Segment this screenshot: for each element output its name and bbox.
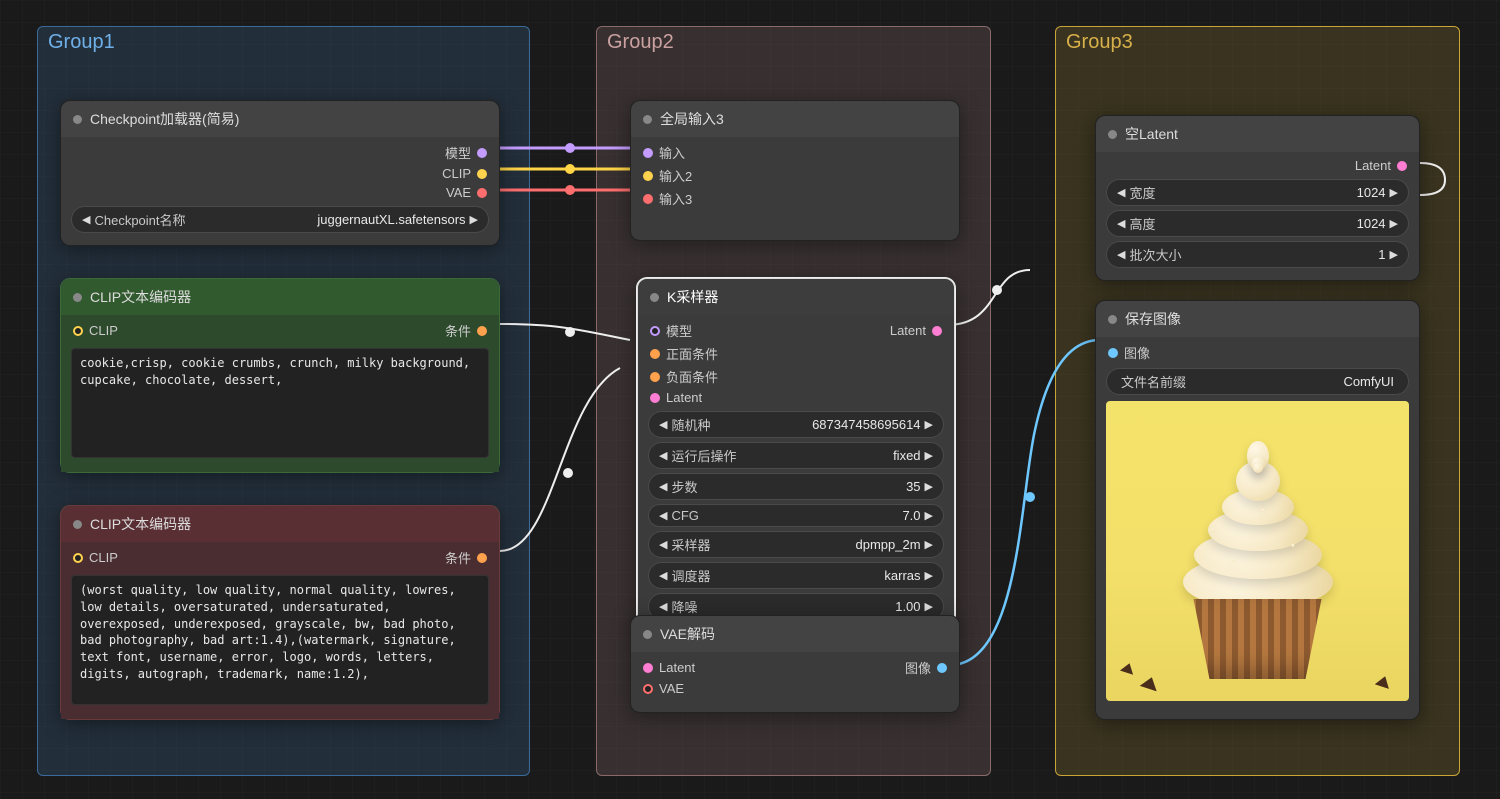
node-title: 保存图像: [1125, 309, 1181, 329]
port-pos-in[interactable]: [650, 349, 660, 359]
node-dot-icon: [650, 293, 659, 302]
chevron-left-icon[interactable]: ◀: [1117, 186, 1125, 199]
param-ks-1[interactable]: ◀ 运行后操作 fixed ▶: [648, 442, 944, 469]
param-checkpoint-name[interactable]: ◀ Checkpoint名称 juggernautXL.safetensors …: [71, 206, 489, 233]
chevron-left-icon[interactable]: ◀: [659, 418, 667, 431]
chevron-left-icon[interactable]: ◀: [659, 538, 667, 551]
image-preview: [1106, 401, 1409, 701]
chevron-left-icon[interactable]: ◀: [659, 480, 667, 493]
port-latent-out[interactable]: [1397, 161, 1407, 171]
chevron-left-icon[interactable]: ◀: [659, 569, 667, 582]
chevron-left-icon[interactable]: ◀: [659, 509, 667, 522]
node-dot-icon: [73, 115, 82, 124]
group-2-title: Group2: [597, 27, 990, 58]
port-image-in[interactable]: [1108, 348, 1118, 358]
port-model-in[interactable]: [650, 326, 660, 336]
port-latent-in[interactable]: [650, 393, 660, 403]
chevron-right-icon[interactable]: ▶: [925, 480, 933, 493]
node-vae-decode[interactable]: VAE解码 Latent 图像 VAE: [630, 615, 960, 713]
param-ks-2[interactable]: ◀ 步数 35 ▶: [648, 473, 944, 500]
chevron-right-icon[interactable]: ▶: [925, 509, 933, 522]
port-in2[interactable]: [643, 171, 653, 181]
param-ks-3[interactable]: ◀ CFG 7.0 ▶: [648, 504, 944, 527]
chevron-left-icon[interactable]: ◀: [1117, 217, 1125, 230]
port-clip-in[interactable]: [73, 326, 83, 336]
node-ksampler[interactable]: K采样器 模型 Latent 正面条件 负面条件 Latent ◀ 随机种 68…: [637, 278, 955, 633]
port-model-out[interactable]: [477, 148, 487, 158]
node-dot-icon: [73, 293, 82, 302]
param-el-0[interactable]: ◀ 宽度 1024 ▶: [1106, 179, 1409, 206]
input-clip-label: CLIP: [89, 323, 118, 338]
param-ks-5[interactable]: ◀ 调度器 karras ▶: [648, 562, 944, 589]
port-latent-in[interactable]: [643, 663, 653, 673]
node-dot-icon: [73, 520, 82, 529]
node-checkpoint-loader[interactable]: Checkpoint加载器(简易) 模型 CLIP VAE ◀ Checkpoi…: [60, 100, 500, 246]
node-save-image[interactable]: 保存图像 图像 文件名前缀 ComfyUI: [1095, 300, 1420, 720]
node-clip-positive[interactable]: CLIP文本编码器 CLIP 条件 cookie,crisp, cookie c…: [60, 278, 500, 473]
group-3-title: Group3: [1056, 27, 1459, 58]
node-empty-latent[interactable]: 空Latent Latent ◀ 宽度 1024 ▶ ◀ 高度 1024 ▶ ◀…: [1095, 115, 1420, 281]
prompt-textarea[interactable]: cookie,crisp, cookie crumbs, crunch, mil…: [71, 348, 489, 458]
chevron-right-icon[interactable]: ▶: [925, 538, 933, 551]
node-title: 全局输入3: [660, 109, 724, 129]
port-cond-out[interactable]: [477, 326, 487, 336]
port-cond-out[interactable]: [477, 553, 487, 563]
port-neg-in[interactable]: [650, 372, 660, 382]
node-reroute[interactable]: 全局输入3 输入 输入2 输入3: [630, 100, 960, 241]
chevron-left-icon[interactable]: ◀: [1117, 248, 1125, 261]
node-dot-icon: [643, 115, 652, 124]
output-vae-label: VAE: [446, 185, 471, 200]
param-ks-4[interactable]: ◀ 采样器 dpmpp_2m ▶: [648, 531, 944, 558]
chevron-right-icon[interactable]: ▶: [925, 600, 933, 613]
port-in1[interactable]: [643, 148, 653, 158]
node-title: K采样器: [667, 287, 718, 307]
chevron-right-icon[interactable]: ▶: [470, 213, 478, 226]
node-title: VAE解码: [660, 624, 715, 644]
chevron-right-icon[interactable]: ▶: [1390, 248, 1398, 261]
chevron-right-icon[interactable]: ▶: [1390, 217, 1398, 230]
node-title: 空Latent: [1125, 124, 1178, 144]
group-1-title: Group1: [38, 27, 529, 58]
param-ks-0[interactable]: ◀ 随机种 687347458695614 ▶: [648, 411, 944, 438]
input-clip-label: CLIP: [89, 550, 118, 565]
chevron-left-icon[interactable]: ◀: [659, 600, 667, 613]
node-dot-icon: [1108, 130, 1117, 139]
output-cond-label: 条件: [445, 548, 471, 567]
output-model-label: 模型: [445, 143, 471, 162]
param-el-1[interactable]: ◀ 高度 1024 ▶: [1106, 210, 1409, 237]
node-dot-icon: [1108, 315, 1117, 324]
node-title: CLIP文本编码器: [90, 514, 191, 534]
chevron-right-icon[interactable]: ▶: [925, 449, 933, 462]
chevron-left-icon[interactable]: ◀: [82, 213, 90, 226]
chevron-right-icon[interactable]: ▶: [1390, 186, 1398, 199]
chevron-right-icon[interactable]: ▶: [925, 569, 933, 582]
node-title: CLIP文本编码器: [90, 287, 191, 307]
node-title: Checkpoint加载器(简易): [90, 109, 239, 129]
output-cond-label: 条件: [445, 321, 471, 340]
port-clip-in[interactable]: [73, 553, 83, 563]
chevron-right-icon[interactable]: ▶: [925, 418, 933, 431]
port-in3[interactable]: [643, 194, 653, 204]
port-image-out[interactable]: [937, 663, 947, 673]
chevron-left-icon[interactable]: ◀: [659, 449, 667, 462]
output-clip-label: CLIP: [442, 166, 471, 181]
port-vae-in[interactable]: [643, 684, 653, 694]
param-el-2[interactable]: ◀ 批次大小 1 ▶: [1106, 241, 1409, 268]
node-dot-icon: [643, 630, 652, 639]
node-clip-negative[interactable]: CLIP文本编码器 CLIP 条件 (worst quality, low qu…: [60, 505, 500, 720]
port-vae-out[interactable]: [477, 188, 487, 198]
param-filename-prefix[interactable]: 文件名前缀 ComfyUI: [1106, 368, 1409, 395]
port-latent-out[interactable]: [932, 326, 942, 336]
port-clip-out[interactable]: [477, 169, 487, 179]
prompt-textarea[interactable]: (worst quality, low quality, normal qual…: [71, 575, 489, 705]
